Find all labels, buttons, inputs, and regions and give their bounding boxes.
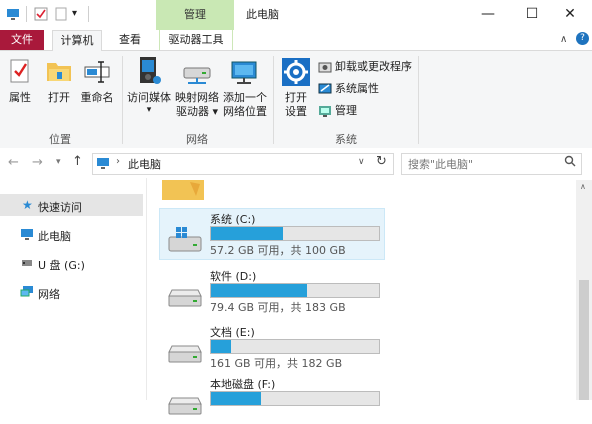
pane-divider — [146, 178, 147, 400]
close-button[interactable]: ✕ — [548, 0, 592, 30]
ribbon-group-separator-3 — [418, 56, 419, 144]
drive-name: 本地磁盘 (F:) — [210, 378, 276, 391]
open-folder-icon — [45, 58, 73, 87]
system-properties-button[interactable]: 系统属性 — [335, 82, 379, 96]
tab-view[interactable]: 查看 — [108, 30, 152, 50]
drive-tile[interactable]: 本地磁盘 (F:) — [160, 374, 384, 424]
quick-access-separator — [26, 6, 27, 22]
properties-button[interactable]: 属性 — [2, 91, 38, 105]
network-group-label: 网络 — [186, 133, 208, 146]
hard-drive-icon — [168, 392, 202, 415]
system-properties-icon — [318, 82, 332, 99]
breadcrumb-separator-icon: › — [116, 156, 120, 167]
drive-usage-bar — [210, 391, 380, 406]
drive-tile[interactable]: 系统 (C:) 57.2 GB 可用，共 100 GB — [159, 208, 385, 260]
rename-icon — [83, 58, 111, 87]
manage-computer-icon — [318, 104, 332, 121]
forward-arrow-icon[interactable]: → — [32, 155, 43, 170]
computer-icon[interactable] — [6, 7, 20, 21]
window-title: 此电脑 — [246, 8, 279, 21]
drive-name: 文档 (E:) — [210, 326, 255, 339]
drive-usage-fill — [211, 340, 231, 353]
breadcrumb-this-pc[interactable]: 此电脑 — [128, 156, 161, 172]
usb-drive-icon — [21, 258, 33, 271]
uninstall-program-icon — [318, 60, 332, 77]
open-button[interactable]: 打开 — [42, 91, 76, 105]
settings-gear-icon — [282, 58, 310, 89]
hard-drive-icon — [168, 340, 202, 363]
nav-label-usb: U 盘 (G:) — [38, 259, 85, 272]
ribbon-group-separator-2 — [273, 56, 274, 144]
computer-icon-nav — [20, 228, 34, 244]
tab-drive-tools[interactable]: 驱动器工具 — [159, 30, 233, 50]
drive-free-space: 57.2 GB 可用，共 100 GB — [210, 244, 346, 257]
folder-icon-partial — [160, 180, 206, 207]
open-settings-line2[interactable]: 设置 — [280, 105, 312, 119]
customize-toolbar-chevron-icon[interactable]: ▾ — [72, 7, 86, 21]
add-network-location-line2[interactable]: 网络位置 — [220, 105, 270, 119]
hard-drive-icon — [168, 284, 202, 307]
hard-drive-icon — [168, 227, 202, 252]
access-media-dropdown[interactable]: ▾ — [124, 103, 174, 117]
nav-label-quick-access: 快速访问 — [38, 201, 82, 214]
recent-locations-chevron-icon[interactable]: ▾ — [56, 157, 61, 167]
properties-icon — [8, 58, 32, 87]
back-arrow-icon[interactable]: ← — [8, 155, 19, 170]
up-arrow-icon[interactable]: ↑ — [72, 154, 83, 169]
properties-check-icon[interactable] — [34, 7, 48, 21]
drive-usage-fill — [211, 227, 283, 240]
drive-free-space: 79.4 GB 可用，共 183 GB — [210, 301, 346, 314]
drive-usage-bar — [210, 339, 380, 354]
search-icon[interactable] — [564, 155, 576, 170]
address-history-chevron-icon[interactable]: ∨ — [358, 157, 365, 167]
minimize-button[interactable]: — — [466, 0, 510, 30]
context-tab-manage[interactable]: 管理 — [156, 0, 234, 30]
access-media-icon — [136, 56, 162, 89]
map-network-drive-icon — [182, 64, 212, 89]
drive-free-space: 161 GB 可用，共 182 GB — [210, 357, 343, 370]
star-icon: ★ — [22, 198, 33, 212]
map-network-drive-button[interactable]: 映射网络 — [172, 91, 222, 105]
address-computer-icon — [96, 157, 110, 173]
drive-name: 软件 (D:) — [210, 270, 257, 283]
drive-name: 系统 (C:) — [210, 213, 256, 226]
drive-usage-bar — [210, 283, 380, 298]
rename-button[interactable]: 重命名 — [78, 91, 116, 105]
new-folder-icon[interactable] — [54, 7, 68, 21]
drive-usage-bar — [210, 226, 380, 241]
nav-label-network: 网络 — [38, 288, 60, 301]
uninstall-program-button[interactable]: 卸载或更改程序 — [335, 60, 412, 74]
collapse-ribbon-chevron-icon[interactable]: ∧ — [560, 34, 567, 45]
quick-access-separator-2 — [88, 6, 89, 22]
system-group-label: 系统 — [335, 133, 357, 146]
nav-label-this-pc: 此电脑 — [38, 230, 71, 243]
ribbon-group-separator-1 — [122, 56, 123, 144]
search-input[interactable]: 搜索"此电脑" — [408, 156, 473, 172]
location-group-label: 位置 — [49, 133, 71, 146]
drive-usage-fill — [211, 392, 261, 405]
scroll-up-chevron-icon[interactable]: ∧ — [580, 182, 586, 191]
add-network-location-button[interactable]: 添加一个 — [220, 91, 270, 105]
map-network-drive-dropdown[interactable]: 驱动器 ▾ — [172, 105, 222, 119]
refresh-icon[interactable]: ↻ — [376, 154, 387, 169]
manage-button[interactable]: 管理 — [335, 104, 357, 118]
drive-tile[interactable]: 软件 (D:) 79.4 GB 可用，共 183 GB — [160, 266, 384, 316]
drive-tile[interactable]: 文档 (E:) 161 GB 可用，共 182 GB — [160, 322, 384, 372]
add-network-location-icon — [229, 60, 259, 89]
tab-file[interactable]: 文件 — [0, 30, 44, 50]
tab-computer[interactable]: 计算机 — [52, 30, 102, 52]
drive-usage-fill — [211, 284, 307, 297]
scrollbar-thumb[interactable] — [579, 280, 589, 400]
network-icon — [20, 285, 34, 301]
open-settings-button[interactable]: 打开 — [280, 91, 312, 105]
help-icon[interactable]: ? — [576, 32, 589, 45]
